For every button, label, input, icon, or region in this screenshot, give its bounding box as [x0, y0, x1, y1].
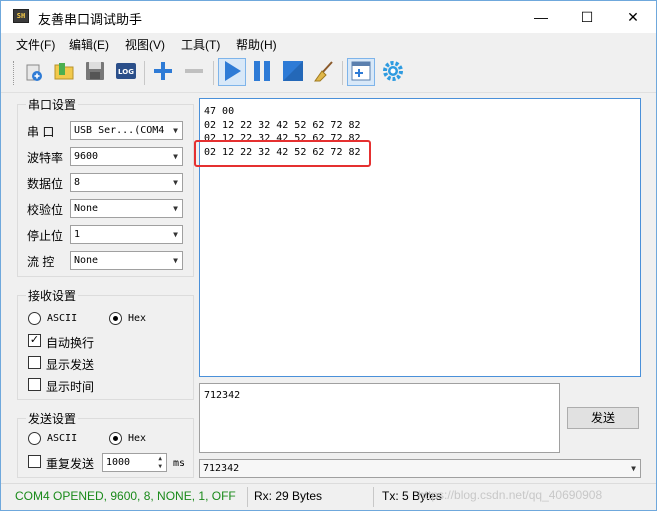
highlight-annotation-box	[194, 140, 371, 167]
chevron-down-icon: ▼	[173, 256, 178, 265]
stop-icon[interactable]	[281, 59, 305, 83]
status-separator	[247, 487, 248, 507]
receive-settings-title: 接收设置	[26, 287, 79, 304]
toolbar: LOG	[1, 53, 656, 93]
app-window: SH 友善串口调试助手 — ☐ ✕ 文件(F) 编辑(E) 视图(V) 工具(T…	[0, 0, 657, 511]
auto-wrap-label: 自动换行	[46, 336, 95, 350]
pause-icon[interactable]	[250, 59, 274, 83]
add-icon[interactable]	[151, 59, 175, 83]
toolbar-grip	[13, 61, 16, 85]
show-send-checkbox[interactable]	[28, 356, 41, 369]
receive-settings-group	[17, 295, 194, 400]
window-title: 友善串口调试助手	[38, 12, 143, 27]
toolbar-separator	[144, 61, 145, 85]
menu-tools[interactable]: 工具(T)	[181, 36, 220, 53]
parity-label: 校验位	[27, 203, 64, 217]
title-bar: SH 友善串口调试助手 — ☐ ✕	[1, 1, 656, 33]
baud-select[interactable]: 9600 ▼	[70, 147, 183, 166]
new-file-icon[interactable]	[22, 59, 46, 83]
menu-bar: 文件(F) 编辑(E) 视图(V) 工具(T) 帮助(H)	[1, 33, 656, 53]
send-settings-title: 发送设置	[26, 410, 79, 427]
chevron-down-icon: ▼	[173, 230, 178, 239]
chevron-down-icon: ▼	[173, 178, 178, 187]
receive-ascii-label: ASCII	[47, 313, 78, 324]
broom-icon[interactable]	[312, 59, 336, 83]
flow-control-label: 流 控	[27, 255, 55, 269]
chevron-down-icon: ▼	[173, 204, 178, 213]
port-label: 串 口	[27, 125, 55, 139]
gear-icon[interactable]	[381, 59, 405, 83]
menu-view[interactable]: 视图(V)	[125, 36, 165, 53]
show-send-label: 显示发送	[46, 358, 95, 372]
serial-settings-title: 串口设置	[26, 96, 79, 113]
repeat-send-checkbox[interactable]	[28, 455, 41, 468]
stepper-arrows-icon[interactable]: ▲ ▼	[158, 455, 162, 471]
chevron-down-icon: ▼	[173, 152, 178, 161]
remove-icon[interactable]	[182, 59, 206, 83]
stop-bits-label: 停止位	[27, 229, 64, 243]
data-bits-select[interactable]: 8 ▼	[70, 173, 183, 192]
menu-file[interactable]: 文件(F)	[16, 36, 55, 53]
close-button[interactable]: ✕	[610, 1, 656, 33]
maximize-button[interactable]: ☐	[564, 1, 610, 33]
log-icon[interactable]: LOG	[114, 59, 138, 83]
send-text: 712342	[204, 390, 241, 401]
log-icon-label: LOG	[118, 68, 134, 76]
repeat-interval-value: 1000	[106, 457, 131, 468]
show-time-label: 显示时间	[46, 380, 95, 394]
stop-bits-value: 1	[74, 229, 81, 240]
receive-line: 02 12 22 32 42 52 62 72 82	[204, 120, 361, 131]
receive-ascii-radio[interactable]	[28, 312, 41, 325]
baud-label: 波特率	[27, 151, 64, 165]
toolbar-separator	[342, 61, 343, 85]
send-textarea[interactable]: 712342	[199, 383, 560, 453]
chevron-down-icon: ▼	[631, 464, 636, 473]
save-icon[interactable]	[83, 59, 107, 83]
baud-value: 9600	[74, 151, 99, 162]
repeat-interval-stepper[interactable]: 1000 ▲ ▼	[102, 453, 167, 472]
stop-bits-select[interactable]: 1 ▼	[70, 225, 183, 244]
send-history-select[interactable]: 712342 ▼	[199, 459, 641, 478]
watermark: https://blog.csdn.net/qq_40690908	[418, 488, 603, 502]
connection-status: COM4 OPENED, 9600, 8, NONE, 1, OFF	[15, 489, 236, 503]
app-icon: SH	[13, 9, 29, 23]
send-history-value: 712342	[203, 463, 240, 474]
data-bits-value: 8	[74, 177, 81, 188]
flow-control-value: None	[74, 255, 99, 266]
repeat-interval-unit: ms	[173, 458, 186, 469]
send-button[interactable]: 发送	[567, 407, 639, 429]
receive-line: 47 00	[204, 106, 235, 117]
send-ascii-label: ASCII	[47, 433, 78, 444]
port-select[interactable]: USB Ser...(COM4 ▼	[70, 121, 183, 140]
port-value: USB Ser...(COM4	[74, 125, 165, 136]
chevron-down-icon: ▼	[173, 126, 178, 135]
menu-edit[interactable]: 编辑(E)	[69, 36, 109, 53]
send-hex-radio[interactable]	[109, 432, 122, 445]
data-bits-label: 数据位	[27, 177, 64, 191]
show-time-checkbox[interactable]	[28, 378, 41, 391]
open-folder-icon[interactable]	[52, 59, 76, 83]
rx-counter: Rx: 29 Bytes	[254, 489, 323, 503]
parity-select[interactable]: None ▼	[70, 199, 183, 218]
flow-control-select[interactable]: None ▼	[70, 251, 183, 270]
receive-hex-radio[interactable]	[109, 312, 122, 325]
receive-hex-label: Hex	[128, 313, 147, 324]
toolbar-separator	[213, 61, 214, 85]
send-ascii-radio[interactable]	[28, 432, 41, 445]
parity-value: None	[74, 203, 99, 214]
add-window-icon[interactable]	[349, 59, 373, 83]
play-icon[interactable]	[220, 59, 244, 83]
status-separator	[373, 487, 374, 507]
minimize-button[interactable]: —	[518, 1, 564, 33]
send-hex-label: Hex	[128, 433, 147, 444]
auto-wrap-checkbox[interactable]: ✓	[28, 334, 41, 347]
repeat-send-label: 重复发送	[46, 457, 95, 471]
status-bar: COM4 OPENED, 9600, 8, NONE, 1, OFF Rx: 2…	[1, 483, 656, 510]
menu-help[interactable]: 帮助(H)	[236, 36, 277, 53]
